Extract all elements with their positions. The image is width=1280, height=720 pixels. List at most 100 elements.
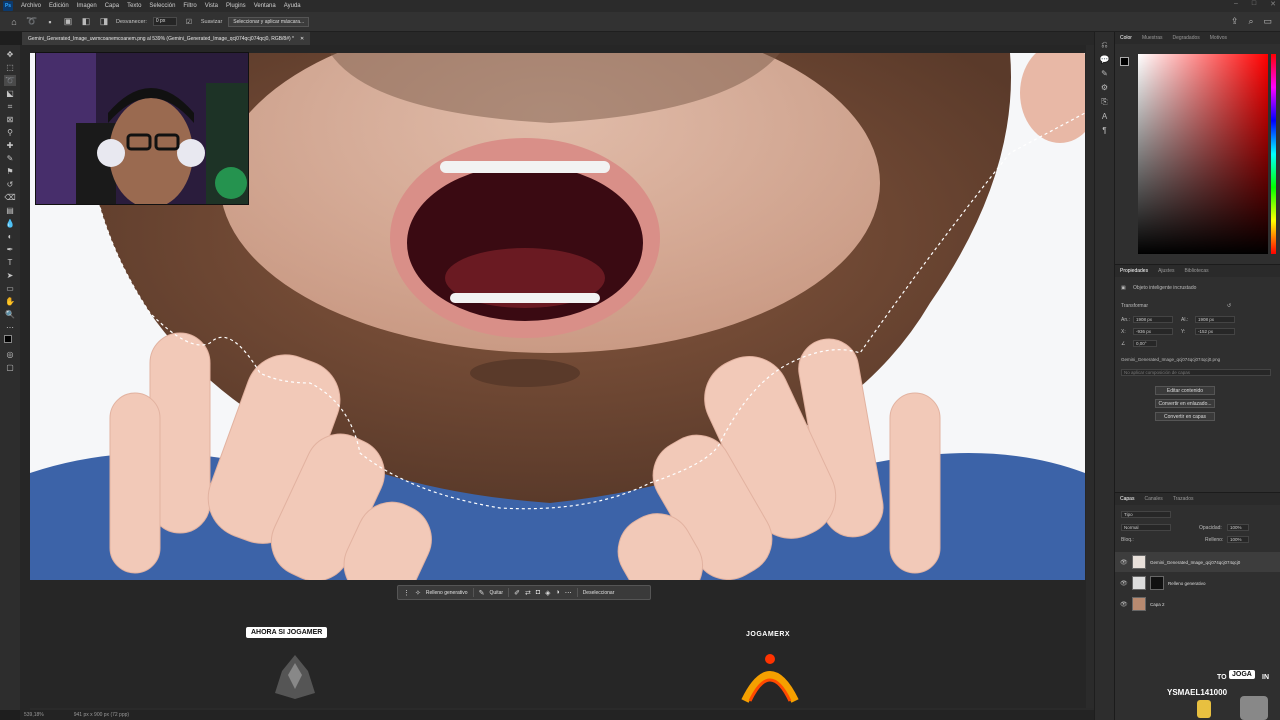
color-picker-field[interactable]	[1138, 54, 1268, 254]
minimize-icon[interactable]: –	[1234, 0, 1238, 8]
search-icon[interactable]: ⌕	[1248, 16, 1253, 27]
fill-icon[interactable]: ◈	[545, 589, 550, 597]
deselect-button[interactable]: Deseleccionar	[583, 590, 615, 596]
move-tool-icon[interactable]: ✥	[4, 49, 16, 60]
opacity-field[interactable]: 100%	[1227, 524, 1249, 531]
comments-icon[interactable]: 💬	[1100, 55, 1110, 64]
crop-tool-icon[interactable]: ⌗	[4, 101, 16, 112]
tab-libraries[interactable]: Bibliotecas	[1184, 268, 1208, 274]
more-options-icon[interactable]: ⋯	[565, 589, 572, 597]
visibility-eye-icon[interactable]: 👁	[1120, 601, 1128, 608]
tab-properties[interactable]: Propiedades	[1120, 268, 1148, 274]
menu-edicion[interactable]: Edición	[45, 3, 73, 9]
type-tool-icon[interactable]: T	[4, 257, 16, 268]
color-fg-bg-swatch[interactable]	[1120, 57, 1134, 71]
invert-selection-icon[interactable]: ⇄	[525, 589, 531, 597]
visibility-eye-icon[interactable]: 👁	[1120, 559, 1128, 566]
layer-row[interactable]: 👁 Capa 2	[1115, 594, 1280, 614]
convert-to-layers-button[interactable]: Convertir en capas	[1155, 412, 1215, 421]
pen-tool-icon[interactable]: ✒	[4, 244, 16, 255]
reset-transform-icon[interactable]: ↺	[1227, 303, 1231, 309]
close-tab-icon[interactable]: ✕	[300, 36, 304, 42]
intersect-selection-icon[interactable]: ◨	[98, 16, 110, 28]
gradient-tool-icon[interactable]: ▤	[4, 205, 16, 216]
menu-ayuda[interactable]: Ayuda	[280, 3, 305, 9]
blur-tool-icon[interactable]: 💧	[4, 218, 16, 229]
share-icon[interactable]: ⇪	[1231, 16, 1239, 27]
convert-to-linked-button[interactable]: Convertir en enlazado...	[1155, 399, 1215, 408]
workspace-icon[interactable]: ▭	[1263, 16, 1272, 27]
generative-fill-button[interactable]: Relleno generativo	[426, 590, 468, 596]
path-selection-tool-icon[interactable]: ➤	[4, 270, 16, 281]
hue-slider[interactable]	[1271, 54, 1276, 254]
menu-plugins[interactable]: Plugins	[222, 3, 250, 9]
history-panel-icon[interactable]: ⎌	[1101, 40, 1107, 50]
clone-source-icon[interactable]: ⎘	[1101, 97, 1107, 107]
history-brush-tool-icon[interactable]: ↺	[4, 179, 16, 190]
x-field[interactable]: -936 px	[1133, 328, 1173, 335]
lasso-tool-icon[interactable]: ➰	[4, 75, 16, 86]
adjustment-icon[interactable]: ◑	[555, 589, 559, 596]
mask-icon[interactable]: ◘	[536, 589, 540, 596]
frame-tool-icon[interactable]: ⊠	[4, 114, 16, 125]
edit-contents-button[interactable]: Editar contenido	[1155, 386, 1215, 395]
more-tools-icon[interactable]: ⋯	[4, 322, 16, 333]
tab-layers[interactable]: Capas	[1120, 496, 1134, 502]
angle-field[interactable]: 0,00°	[1133, 340, 1157, 347]
smooth-checkbox[interactable]: ☑	[183, 16, 195, 28]
clone-stamp-tool-icon[interactable]: ⚑	[4, 166, 16, 177]
character-panel-icon[interactable]: A	[1102, 112, 1107, 121]
adjustments-icon[interactable]: ⚙	[1101, 83, 1108, 92]
marquee-tool-icon[interactable]: ⬚	[4, 62, 16, 73]
menu-imagen[interactable]: Imagen	[73, 3, 101, 9]
remove-button[interactable]: Quitar	[489, 590, 503, 596]
maximize-icon[interactable]: □	[1252, 0, 1256, 8]
fill-field[interactable]: 100%	[1227, 536, 1249, 543]
menu-vista[interactable]: Vista	[201, 3, 222, 9]
tab-swatches[interactable]: Muestras	[1142, 35, 1163, 41]
eyedropper-tool-icon[interactable]: ⚲	[4, 127, 16, 138]
layer-comp-select[interactable]: No aplicar composición de capas	[1121, 369, 1271, 376]
menu-filtro[interactable]: Filtro	[179, 3, 200, 9]
foreground-background-swatch[interactable]	[4, 335, 16, 347]
close-icon[interactable]: ✕	[1270, 0, 1276, 8]
hand-tool-icon[interactable]: ✋	[4, 296, 16, 307]
tab-color[interactable]: Color	[1120, 35, 1132, 41]
tab-paths[interactable]: Trazados	[1173, 496, 1194, 502]
lasso-tool-preset-icon[interactable]: ➰	[26, 16, 38, 28]
layer-row[interactable]: 👁 Relleno generativo	[1115, 573, 1280, 593]
visibility-eye-icon[interactable]: 👁	[1120, 580, 1128, 587]
drag-handle-icon[interactable]: ⋮	[403, 589, 410, 597]
select-and-mask-button[interactable]: Seleccionar y aplicar máscara...	[228, 16, 310, 27]
tab-channels[interactable]: Canales	[1144, 496, 1162, 502]
eraser-tool-icon[interactable]: ⌫	[4, 192, 16, 203]
zoom-tool-icon[interactable]: 🔍	[4, 309, 16, 320]
add-selection-icon[interactable]: ▣	[62, 16, 74, 28]
menu-texto[interactable]: Texto	[123, 3, 145, 9]
subtract-selection-icon[interactable]: ◧	[80, 16, 92, 28]
paragraph-panel-icon[interactable]: ¶	[1102, 126, 1106, 135]
y-field[interactable]: -152 px	[1195, 328, 1235, 335]
rectangle-tool-icon[interactable]: ▭	[4, 283, 16, 294]
quick-mask-icon[interactable]: ◎	[4, 349, 16, 360]
dodge-tool-icon[interactable]: ◐	[4, 231, 16, 242]
zoom-level[interactable]: 539,18%	[24, 712, 44, 718]
tab-patterns[interactable]: Motivos	[1210, 35, 1227, 41]
menu-archivo[interactable]: Archivo	[17, 3, 45, 9]
layer-row[interactable]: 👁 Gemini_Generated_Image_qcj074qcj074qcj…	[1115, 552, 1280, 572]
new-selection-icon[interactable]: ▪	[44, 16, 56, 28]
layer-filter-select[interactable]: Tipo	[1121, 511, 1171, 518]
tab-gradients[interactable]: Degradados	[1173, 35, 1200, 41]
feather-input[interactable]: 0 px	[152, 17, 177, 26]
brush-settings-icon[interactable]: ✎	[1101, 69, 1108, 78]
menu-capa[interactable]: Capa	[101, 3, 123, 9]
width-field[interactable]: 1908 px	[1133, 316, 1173, 323]
blend-mode-select[interactable]: Normal	[1121, 524, 1171, 531]
home-icon[interactable]: ⌂	[8, 16, 20, 28]
brush-tool-icon[interactable]: ✎	[4, 153, 16, 164]
screen-mode-icon[interactable]: ▢	[4, 362, 16, 373]
document-tab[interactable]: Gemini_Generated_Image_uwmcoanemcoanem.p…	[22, 32, 311, 45]
modify-selection-icon[interactable]: ✐	[514, 589, 520, 597]
object-selection-tool-icon[interactable]: ⬕	[4, 88, 16, 99]
healing-brush-tool-icon[interactable]: ✚	[4, 140, 16, 151]
